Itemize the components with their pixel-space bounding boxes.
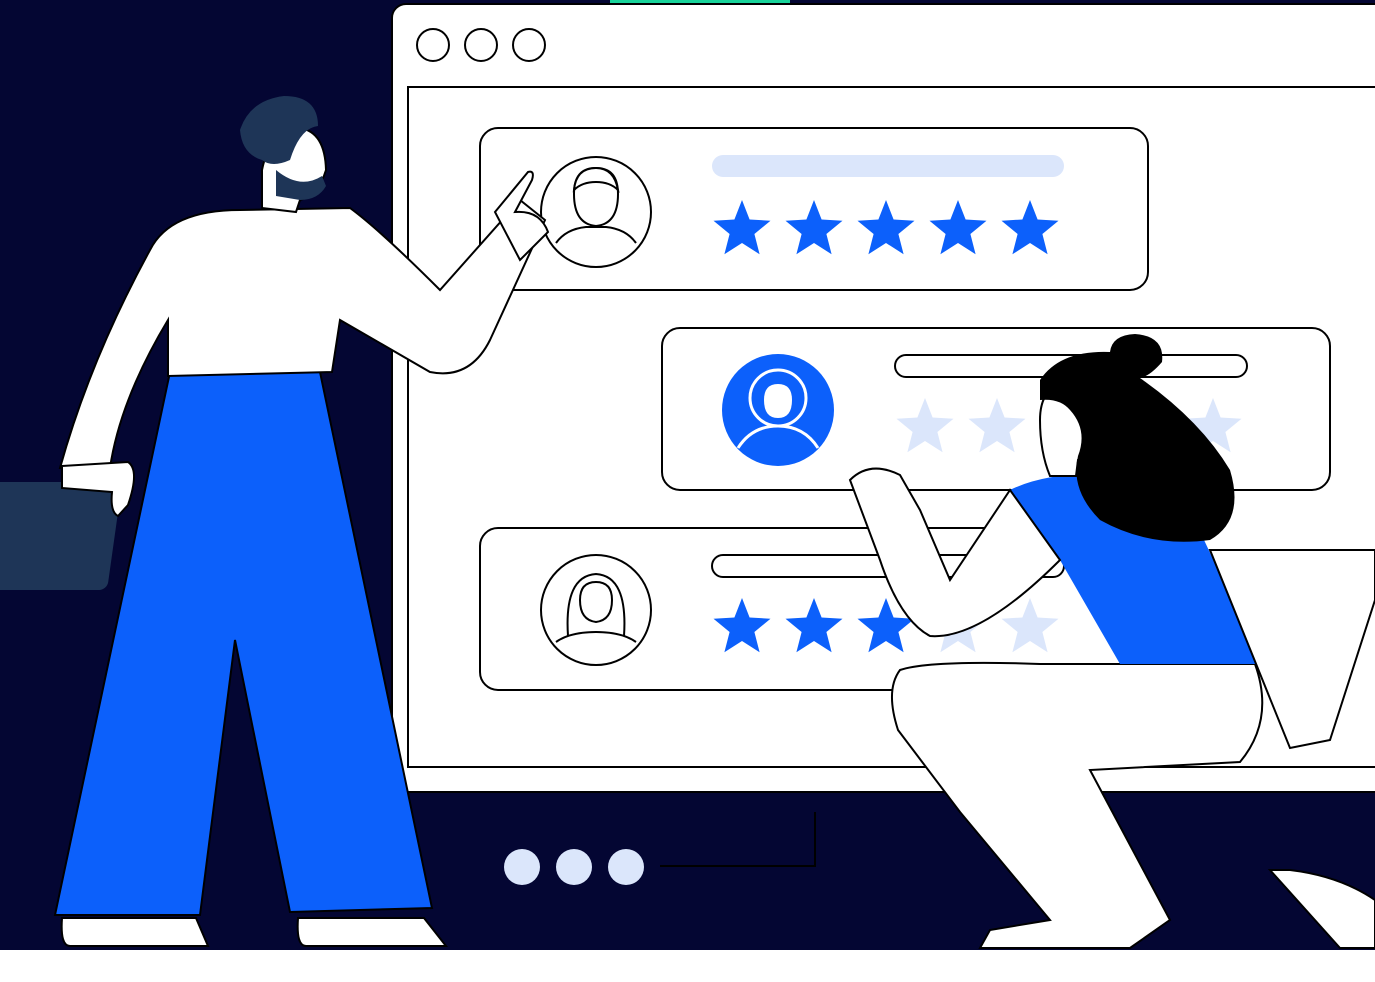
review-name-placeholder bbox=[712, 155, 1064, 177]
pager-dot[interactable] bbox=[608, 849, 644, 885]
pager-dots bbox=[504, 849, 644, 885]
female-curly-avatar-icon bbox=[722, 354, 834, 466]
window-control-circle[interactable] bbox=[512, 28, 546, 62]
laptop-bag bbox=[0, 482, 122, 590]
male-avatar-icon bbox=[540, 156, 652, 268]
review-card bbox=[661, 327, 1331, 491]
review-rating-illustration bbox=[0, 0, 1375, 982]
female-avatar-icon bbox=[540, 554, 652, 666]
window-control-circle[interactable] bbox=[464, 28, 498, 62]
illustration bbox=[0, 0, 1375, 982]
man-shoe bbox=[296, 917, 449, 947]
window-control-circle[interactable] bbox=[416, 28, 450, 62]
white-floor-strip bbox=[0, 950, 1375, 982]
review-card bbox=[479, 127, 1149, 291]
man-shoe bbox=[60, 917, 210, 947]
pager-dot[interactable] bbox=[556, 849, 592, 885]
pager-dot[interactable] bbox=[504, 849, 540, 885]
top-accent-bar bbox=[610, 0, 790, 3]
